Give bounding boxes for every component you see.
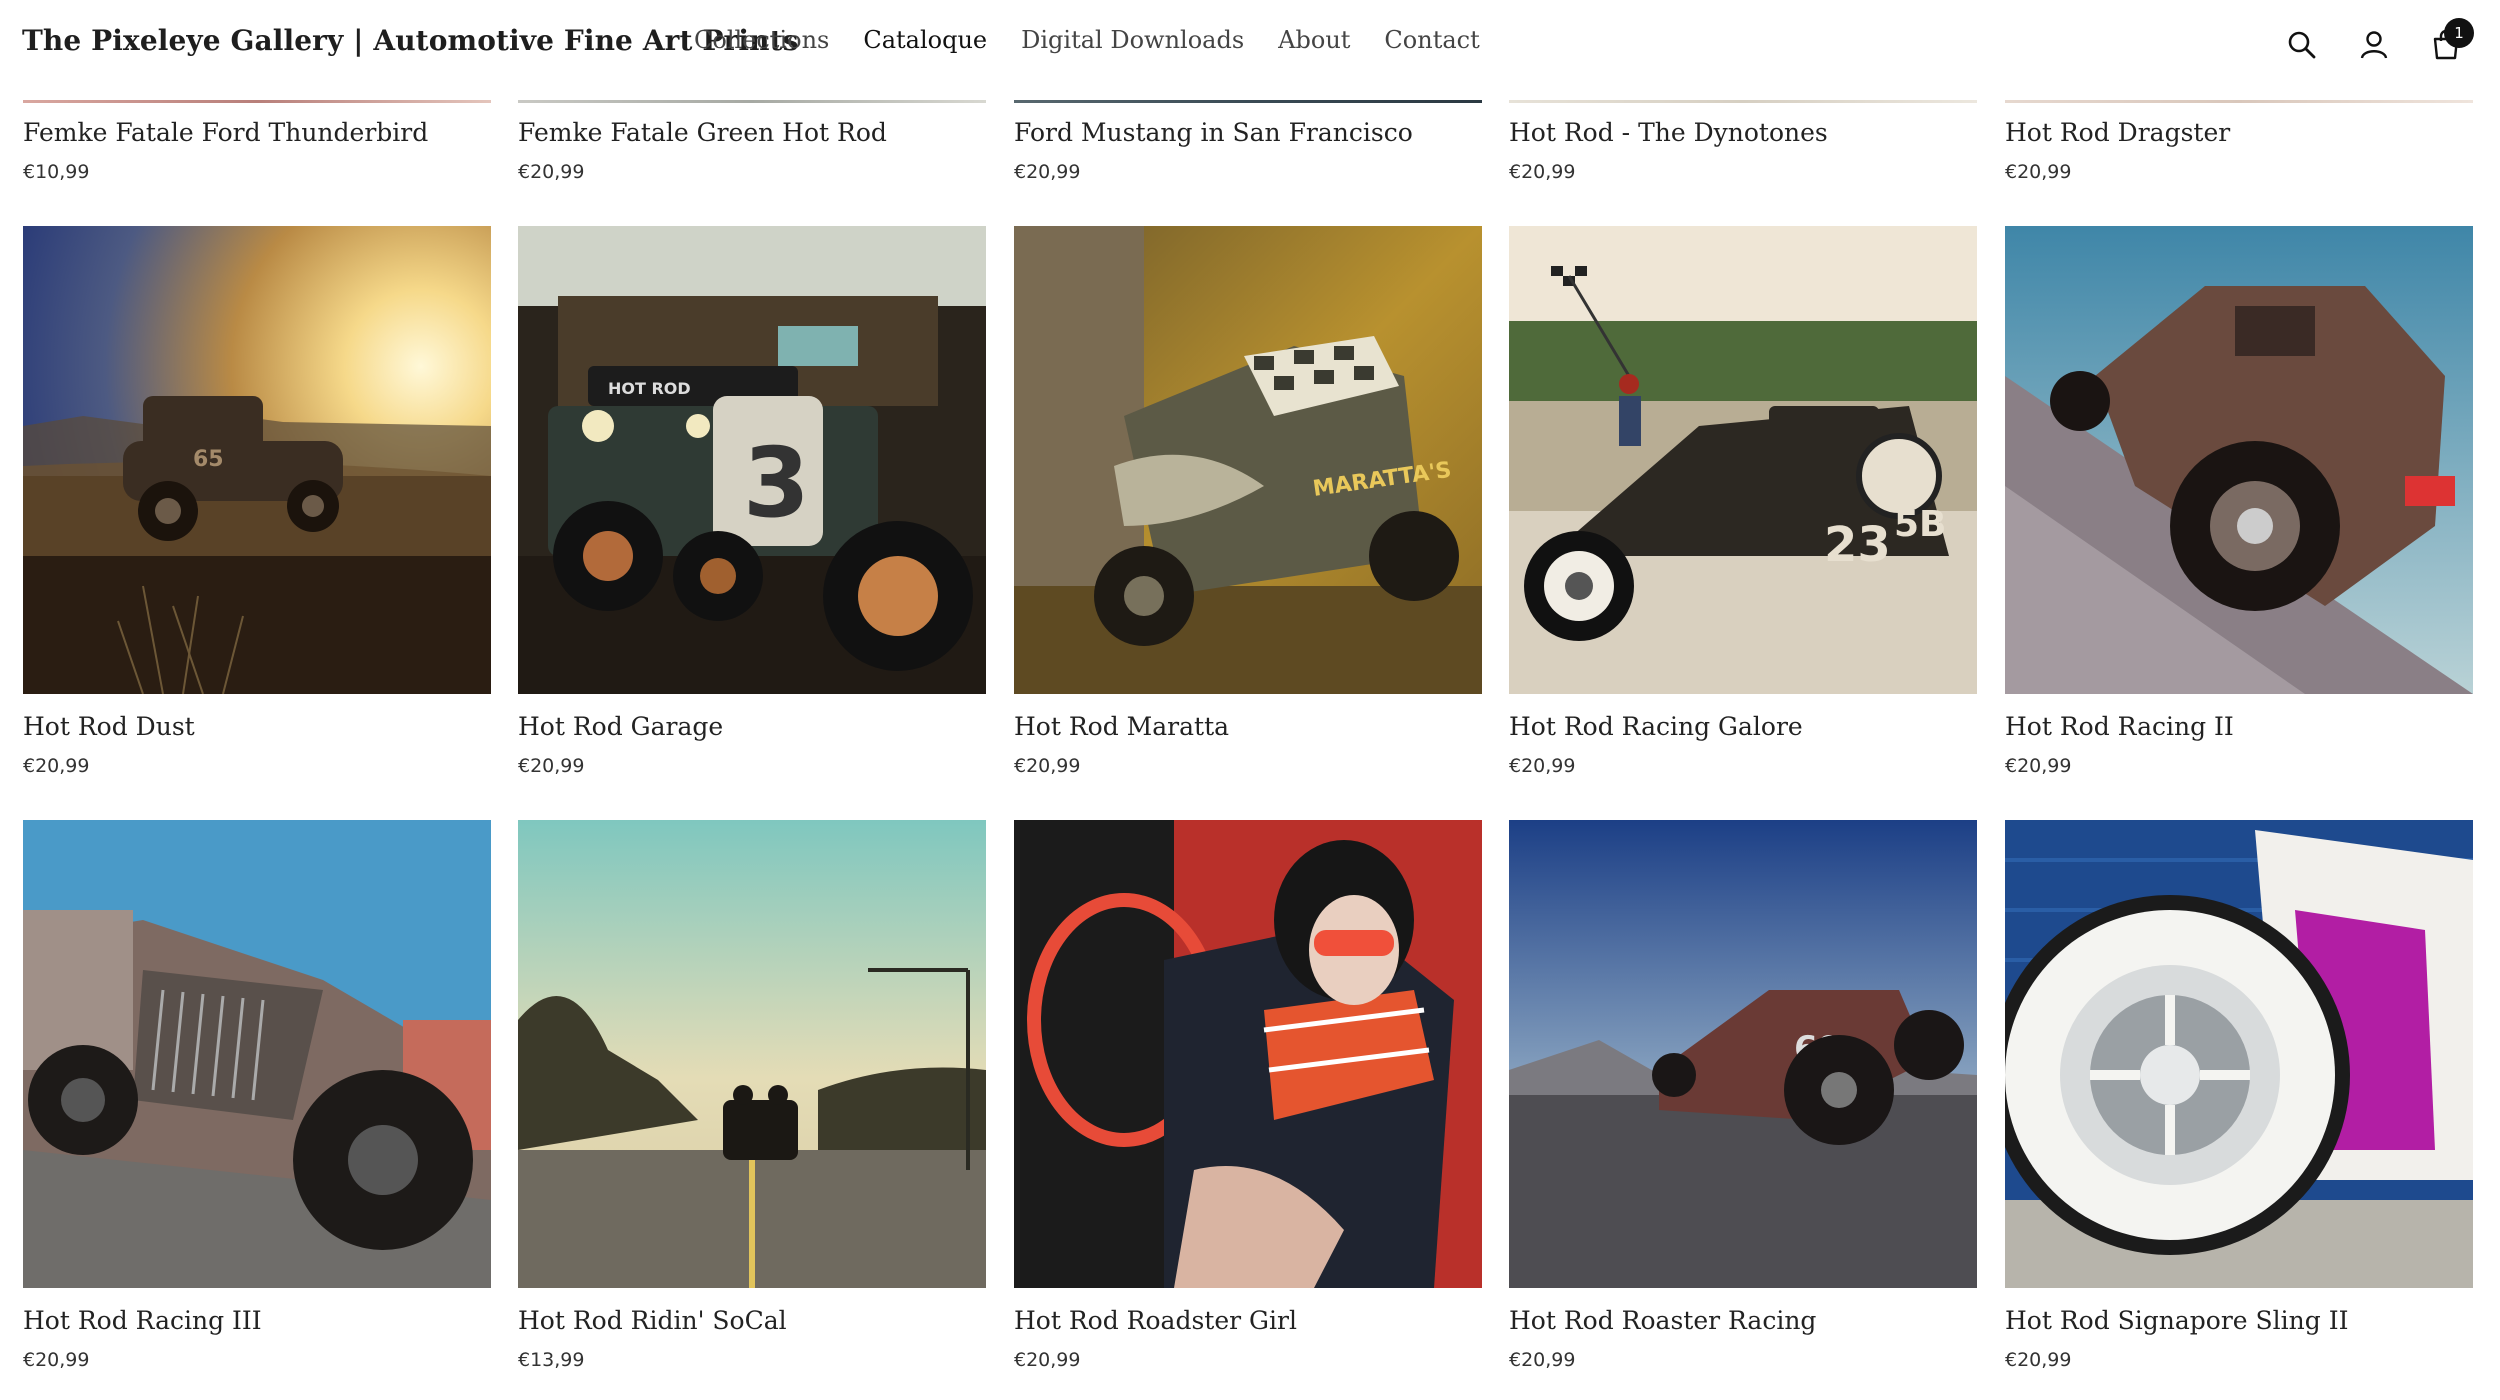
svg-text:3: 3	[743, 427, 810, 539]
product-image[interactable]: 69	[1509, 820, 1977, 1288]
product-title[interactable]: Hot Rod Dragster	[2005, 118, 2230, 147]
product-price: €20,99	[1014, 161, 1081, 183]
svg-text:23: 23	[1824, 517, 1891, 573]
product-price: €20,99	[2005, 1349, 2072, 1371]
product-image[interactable]: HOT ROD 3	[518, 226, 986, 694]
main-nav: Collections Cataloque Digital Downloads …	[694, 26, 1514, 54]
product-image[interactable]: 65	[23, 226, 491, 694]
product-title[interactable]: Hot Rod Ridin' SoCal	[518, 1306, 787, 1335]
product-price: €13,99	[518, 1349, 585, 1371]
product-price: €20,99	[1509, 1349, 1576, 1371]
product-image[interactable]	[518, 100, 986, 103]
nav-digital-downloads[interactable]: Digital Downloads	[1021, 26, 1244, 54]
product-title[interactable]: Hot Rod Roaster Racing	[1509, 1306, 1816, 1335]
product-price: €20,99	[2005, 161, 2072, 183]
product-title[interactable]: Femke Fatale Ford Thunderbird	[23, 118, 428, 147]
product-image[interactable]	[2005, 100, 2473, 103]
product-image[interactable]	[2005, 226, 2473, 694]
product-image[interactable]: MARATTA'S	[1014, 226, 1482, 694]
svg-text:HOT ROD: HOT ROD	[608, 379, 691, 398]
product-title[interactable]: Ford Mustang in San Francisco	[1014, 118, 1413, 147]
product-title[interactable]: Hot Rod - The Dynotones	[1509, 118, 1828, 147]
header-icons: 1	[2254, 18, 2474, 68]
product-image[interactable]	[1509, 100, 1977, 103]
product-title[interactable]: Hot Rod Racing II	[2005, 712, 2234, 741]
cart-icon[interactable]: 1	[2422, 18, 2474, 68]
product-title[interactable]: Hot Rod Maratta	[1014, 712, 1229, 741]
cart-count-badge: 1	[2444, 18, 2474, 48]
product-price: €20,99	[23, 755, 90, 777]
product-title[interactable]: Hot Rod Signapore Sling II	[2005, 1306, 2348, 1335]
site-brand[interactable]: The Pixeleye Gallery | Automotive Fine A…	[22, 24, 798, 57]
product-price: €10,99	[23, 161, 90, 183]
product-price: €20,99	[1014, 755, 1081, 777]
product-price: €20,99	[518, 755, 585, 777]
nav-contact[interactable]: Contact	[1384, 26, 1479, 54]
search-icon[interactable]	[2278, 22, 2326, 68]
product-price: €20,99	[2005, 755, 2072, 777]
site-header: The Pixeleye Gallery | Automotive Fine A…	[0, 0, 2500, 90]
product-price: €20,99	[1509, 161, 1576, 183]
product-title[interactable]: Hot Rod Racing III	[23, 1306, 262, 1335]
product-price: €20,99	[1014, 1349, 1081, 1371]
product-image[interactable]	[1014, 820, 1482, 1288]
nav-about[interactable]: About	[1278, 26, 1350, 54]
nav-collections[interactable]: Collections	[694, 26, 829, 54]
product-image[interactable]	[23, 100, 491, 103]
svg-text:65: 65	[193, 447, 224, 472]
product-title[interactable]: Hot Rod Garage	[518, 712, 723, 741]
product-title[interactable]: Femke Fatale Green Hot Rod	[518, 118, 887, 147]
product-image[interactable]	[23, 820, 491, 1288]
product-price: €20,99	[1509, 755, 1576, 777]
product-title[interactable]: Hot Rod Dust	[23, 712, 195, 741]
product-image[interactable]	[518, 820, 986, 1288]
product-title[interactable]: Hot Rod Racing Galore	[1509, 712, 1803, 741]
product-image[interactable]: 23 5B	[1509, 226, 1977, 694]
product-image[interactable]	[1014, 100, 1482, 103]
svg-text:5B: 5B	[1894, 504, 1947, 545]
nav-cataloque[interactable]: Cataloque	[863, 26, 987, 54]
product-price: €20,99	[518, 161, 585, 183]
account-icon[interactable]	[2350, 22, 2398, 68]
product-title[interactable]: Hot Rod Roadster Girl	[1014, 1306, 1297, 1335]
product-price: €20,99	[23, 1349, 90, 1371]
product-image[interactable]	[2005, 820, 2473, 1288]
